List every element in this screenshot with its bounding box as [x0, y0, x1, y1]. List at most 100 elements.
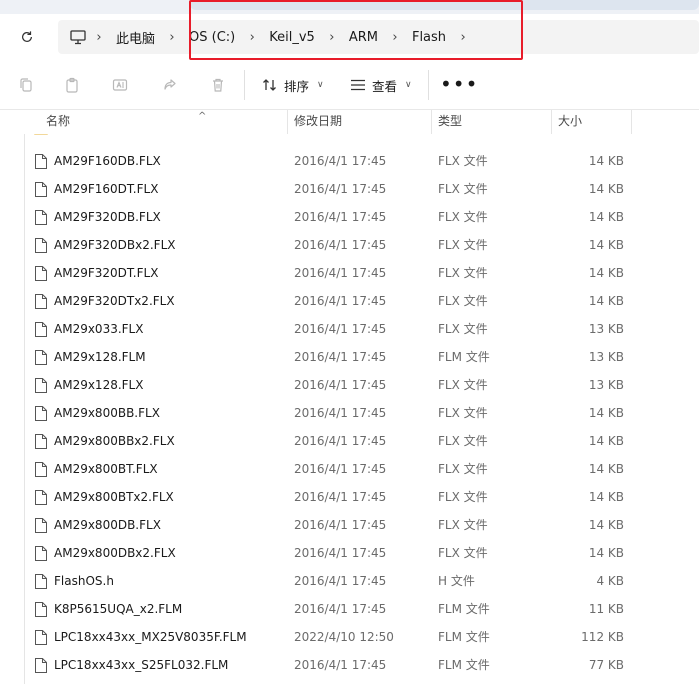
file-icon: [35, 602, 47, 617]
file-type: FLM 文件: [438, 630, 490, 644]
list-item[interactable]: AM29x800BTx2.FLX 2016/4/1 17:45 FLX 文件 14 K…: [0, 483, 699, 511]
list-item[interactable]: AM29x033.FLX 2016/4/1 17:45 FLX 文件 13 KB: [0, 315, 699, 343]
list-item[interactable]: AM29x800BB.FLX 2016/4/1 17:45 FLX 文件 14 KB: [0, 399, 699, 427]
file-list: SPI29B052H 2025/5/10 14:54 文件夹 AM29F160D…: [0, 120, 699, 684]
file-icon: [35, 350, 47, 365]
list-item[interactable]: AM29x800DB.FLX 2016/4/1 17:45 FLX 文件 14 KB: [0, 511, 699, 539]
file-date: 2016/4/1 17:45: [294, 490, 387, 504]
list-item[interactable]: AM29x800DBx2.FLX 2016/4/1 17:45 FLX 文件 14 K…: [0, 539, 699, 567]
share-icon[interactable]: [160, 75, 180, 95]
command-bar: 排序 ∨ 查看 ∨ •••: [0, 60, 699, 110]
breadcrumb-separator[interactable]: ›: [88, 30, 110, 45]
file-name: AM29x033.FLX: [54, 322, 144, 336]
file-type: FLM 文件: [438, 658, 490, 672]
list-item[interactable]: AM29F320DT.FLX 2016/4/1 17:45 FLX 文件 14 KB: [0, 259, 699, 287]
copy-icon[interactable]: [16, 75, 36, 95]
file-size: 14 KB: [588, 490, 624, 504]
list-item[interactable]: FlashOS.h 2016/4/1 17:45 H 文件 4 KB: [0, 567, 699, 595]
file-size: 77 KB: [588, 658, 624, 672]
breadcrumb-this-pc[interactable]: 此电脑: [110, 28, 161, 47]
file-date: 2016/4/1 17:45: [294, 322, 387, 336]
file-icon: [35, 210, 47, 225]
file-name: AM29x800DBx2.FLX: [54, 546, 176, 560]
list-item[interactable]: AM29F160DT.FLX 2016/4/1 17:45 FLX 文件 14 KB: [0, 175, 699, 203]
list-item[interactable]: AM29F320DTx2.FLX 2016/4/1 17:45 FLX 文件 14 K…: [0, 287, 699, 315]
list-item[interactable]: LPC18xx43xx_MX25V8035F.FLM 2022/4/10 12:5…: [0, 623, 699, 651]
toolbar-divider: [428, 70, 429, 100]
file-size: 13 KB: [588, 350, 624, 364]
breadcrumb-arm[interactable]: ARM: [343, 30, 384, 45]
sort-button[interactable]: 排序 ∨: [262, 73, 324, 97]
list-item[interactable]: AM29F320DBx2.FLX 2016/4/1 17:45 FLX 文件 14 K…: [0, 231, 699, 259]
file-icon: [35, 294, 47, 309]
file-name: AM29F160DT.FLX: [54, 182, 159, 196]
column-size-label: 大小: [558, 114, 583, 128]
chevron-down-icon: ∨: [317, 80, 324, 90]
tab-strip: [0, 0, 699, 14]
file-name: FlashOS.h: [54, 574, 114, 588]
file-date: 2016/4/1 17:45: [294, 574, 387, 588]
file-date: 2016/4/1 17:45: [294, 182, 387, 196]
file-name: LPC18xx43xx_S25FL032.FLM: [54, 658, 229, 672]
file-name: AM29F320DBx2.FLX: [54, 238, 176, 252]
file-date: 2016/4/1 17:45: [294, 294, 387, 308]
file-date: 2016/4/1 17:45: [294, 434, 387, 448]
breadcrumb-keil[interactable]: Keil_v5: [263, 30, 321, 45]
file-type: FLX 文件: [438, 406, 488, 420]
toolbar-divider: [244, 70, 245, 100]
file-icon: [35, 154, 47, 169]
file-name: AM29F320DTx2.FLX: [54, 294, 175, 308]
file-type: FLX 文件: [438, 182, 488, 196]
file-type: FLX 文件: [438, 434, 488, 448]
view-button[interactable]: 查看 ∨: [350, 73, 412, 97]
column-type[interactable]: 类型: [432, 110, 552, 134]
list-item[interactable]: K8P5615UQA_x2.FLM 2016/4/1 17:45 FLM 文件 11 …: [0, 595, 699, 623]
file-date: 2016/4/1 17:45: [294, 658, 387, 672]
list-item[interactable]: LPC18xx43xx_S25FL032.FLM 2016/4/1 17:45 FL…: [0, 651, 699, 679]
refresh-button[interactable]: [14, 24, 40, 50]
breadcrumb-separator[interactable]: ›: [161, 30, 183, 45]
file-date: 2016/4/1 17:45: [294, 546, 387, 560]
file-size: 14 KB: [588, 462, 624, 476]
file-date: 2016/4/1 17:45: [294, 602, 387, 616]
list-item[interactable]: AM29x800BBx2.FLX 2016/4/1 17:45 FLX 文件 14 K…: [0, 427, 699, 455]
breadcrumb-separator[interactable]: ›: [384, 30, 406, 45]
file-size: 14 KB: [588, 406, 624, 420]
active-tab[interactable]: [190, 0, 699, 10]
address-bar-area: › 此电脑 › OS (C:) › Keil_v5 › ARM › Flash …: [0, 14, 699, 60]
column-name-label: 名称: [46, 114, 71, 128]
rename-icon[interactable]: [110, 75, 130, 95]
breadcrumb-separator[interactable]: ›: [321, 30, 343, 45]
paste-icon[interactable]: [62, 75, 82, 95]
file-icon: [35, 462, 47, 477]
breadcrumb-separator[interactable]: ›: [452, 30, 474, 45]
list-item[interactable]: AM29F160DB.FLX 2016/4/1 17:45 FLX 文件 14 KB: [0, 147, 699, 175]
list-item[interactable]: AM29x128.FLM 2016/4/1 17:45 FLM 文件 13 KB: [0, 343, 699, 371]
this-pc-icon[interactable]: [68, 27, 88, 47]
sort-icon: [263, 79, 276, 91]
list-item[interactable]: AM29F320DB.FLX 2016/4/1 17:45 FLX 文件 14 KB: [0, 203, 699, 231]
delete-icon[interactable]: [208, 75, 228, 95]
list-item[interactable]: AM29x800BT.FLX 2016/4/1 17:45 FLX 文件 14 KB: [0, 455, 699, 483]
breadcrumb-separator[interactable]: ›: [241, 30, 263, 45]
column-size[interactable]: 大小: [552, 110, 632, 134]
column-name[interactable]: 名称 ^: [40, 110, 288, 134]
more-options-button[interactable]: •••: [440, 72, 478, 96]
file-type: FLM 文件: [438, 350, 490, 364]
file-icon: [35, 490, 47, 505]
column-date[interactable]: 修改日期: [288, 110, 432, 134]
file-type: H 文件: [438, 574, 475, 588]
breadcrumb-flash[interactable]: Flash: [406, 30, 452, 45]
address-bar[interactable]: › 此电脑 › OS (C:) › Keil_v5 › ARM › Flash …: [58, 20, 699, 54]
file-type: FLM 文件: [438, 602, 490, 616]
file-date: 2016/4/1 17:45: [294, 350, 387, 364]
breadcrumb-os-c[interactable]: OS (C:): [183, 30, 241, 45]
file-size: 14 KB: [588, 154, 624, 168]
file-date: 2022/4/10 12:50: [294, 630, 394, 644]
file-type: FLX 文件: [438, 462, 488, 476]
list-item[interactable]: AM29x128.FLX 2016/4/1 17:45 FLX 文件 13 KB: [0, 371, 699, 399]
file-icon: [35, 630, 47, 645]
file-type: FLX 文件: [438, 322, 488, 336]
file-size: 14 KB: [588, 238, 624, 252]
file-icon: [35, 266, 47, 281]
